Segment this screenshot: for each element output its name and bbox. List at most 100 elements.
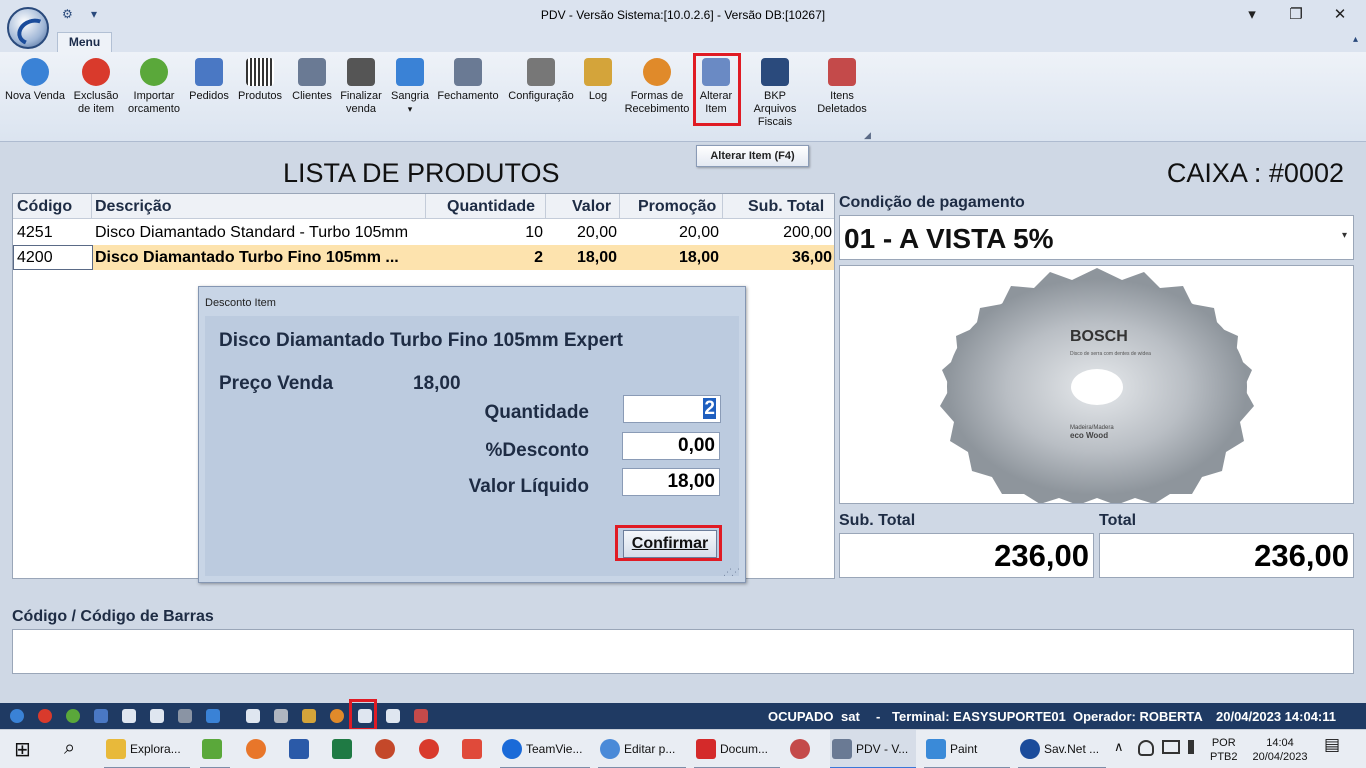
refresh-icon[interactable]	[66, 709, 80, 723]
desconto-field[interactable]: 0,00	[622, 432, 720, 460]
close-button[interactable]: ✕	[1325, 4, 1355, 26]
configuracao-button[interactable]: Configuração	[506, 56, 576, 103]
log-button[interactable]: Log	[582, 56, 614, 103]
cart-icon[interactable]	[178, 709, 192, 723]
taskbar-savnet[interactable]: Sav.Net ...	[1018, 730, 1106, 768]
taskbar-word[interactable]	[287, 730, 317, 768]
orders-grid-icon[interactable]	[94, 709, 108, 723]
condicao-pagamento-select[interactable]: 01 - A VISTA 5% ▾	[839, 215, 1354, 260]
tab-menu[interactable]: Menu	[57, 32, 112, 52]
taskbar-teamviewer[interactable]: TeamVie...	[500, 730, 590, 768]
condicao-pagamento-value: 01 - A VISTA 5%	[844, 223, 1054, 254]
coins-icon	[643, 58, 671, 86]
col-separator	[545, 194, 546, 219]
col-promocao[interactable]: Promoção	[638, 198, 716, 216]
taskbar-wps[interactable]: Docum...	[694, 730, 780, 768]
finalizar-venda-button[interactable]: Finalizar venda	[338, 56, 384, 116]
calculator-icon[interactable]	[246, 709, 260, 723]
deleted-items-icon[interactable]	[414, 709, 428, 723]
barcode-icon[interactable]	[122, 709, 136, 723]
taskbar-chrome[interactable]: Editar p...	[598, 730, 686, 768]
quantidade-value: 2	[703, 398, 716, 419]
network-icon[interactable]	[1162, 740, 1180, 754]
col-quantidade[interactable]: Quantidade	[447, 198, 535, 216]
coins-icon[interactable]	[330, 709, 344, 723]
id-card-icon[interactable]	[150, 709, 164, 723]
nova-venda-button[interactable]: Nova Venda	[4, 56, 66, 103]
plus-circle-icon[interactable]	[10, 709, 24, 723]
itens-deletados-button[interactable]: Itens Deletados	[814, 56, 870, 116]
taskbar-ccleaner[interactable]	[417, 730, 447, 768]
notification-icon[interactable]: ▤	[1324, 736, 1340, 753]
upload-icon[interactable]	[206, 709, 220, 723]
app-menu-orb[interactable]	[7, 7, 49, 49]
delete-circle-icon[interactable]	[38, 709, 52, 723]
maximize-button[interactable]: ❐	[1281, 4, 1311, 26]
col-valor[interactable]: Valor	[572, 198, 611, 216]
col-subtotal[interactable]: Sub. Total	[748, 198, 824, 216]
table-row-selected[interactable]: 4200 Disco Diamantado Turbo Fino 105mm .…	[13, 245, 834, 270]
tray-expand-icon[interactable]: ∧	[1114, 740, 1124, 754]
chevron-down-icon[interactable]: ▾	[1342, 230, 1347, 241]
quantidade-field[interactable]: 2	[623, 395, 721, 423]
taskbar-firefox[interactable]	[244, 730, 274, 768]
produtos-button[interactable]: Produtos	[236, 56, 284, 103]
cart-icon	[347, 58, 375, 86]
taskbar-anydesk[interactable]	[460, 730, 490, 768]
taskbar-label: Editar p...	[624, 742, 676, 756]
ribbon-collapse-icon[interactable]: ▴	[1353, 34, 1358, 45]
col-descricao[interactable]: Descrição	[95, 198, 172, 216]
taskbar-explorer[interactable]: Explora...	[104, 730, 190, 768]
windows-start-icon[interactable]: ⊞	[10, 730, 40, 768]
total-value: 236,00	[1099, 533, 1354, 578]
volume-icon[interactable]	[1188, 740, 1202, 754]
log-file-icon[interactable]	[302, 709, 316, 723]
col-separator	[619, 194, 620, 219]
barcode-icon	[246, 58, 274, 86]
valor-liquido-field[interactable]: 18,00	[622, 468, 720, 496]
bkp-arquivos-fiscais-button[interactable]: BKP Arquivos Fiscais	[742, 56, 808, 129]
statusbar-highlight	[349, 699, 377, 731]
cell-descricao: Disco Diamantado Turbo Fino 105mm ...	[95, 249, 399, 266]
taskbar-chart-app[interactable]	[200, 730, 230, 768]
desconto-label: %Desconto	[485, 440, 589, 461]
dialog-product-name: Disco Diamantado Turbo Fino 105mm Expert	[219, 330, 624, 351]
terminal-text: Terminal: EASYSUPORTE01	[892, 709, 1066, 724]
formas-recebimento-button[interactable]: Formas de Recebimento	[624, 56, 690, 116]
taskbar-excel[interactable]	[330, 730, 360, 768]
exclusao-item-button[interactable]: Exclusão de item	[70, 56, 122, 116]
anydesk-icon	[462, 739, 482, 759]
fechamento-button[interactable]: Fechamento	[436, 56, 500, 103]
search-icon[interactable]: ⌕	[58, 730, 88, 768]
pedidos-button[interactable]: Pedidos	[188, 56, 230, 103]
chart-app-icon	[202, 739, 222, 759]
alterar-item-highlight	[693, 53, 741, 126]
clock[interactable]: 14:04 20/04/2023	[1246, 736, 1314, 764]
security-icon[interactable]	[1138, 740, 1154, 756]
excel-icon	[332, 739, 352, 759]
taskbar-powerpoint[interactable]	[373, 730, 403, 768]
clientes-button[interactable]: Clientes	[290, 56, 334, 103]
taskbar-pdv[interactable]: PDV - V...	[830, 730, 916, 768]
tools-icon[interactable]	[274, 709, 288, 723]
floppy-icon[interactable]	[386, 709, 400, 723]
ribbon-group-launcher-icon[interactable]: ◢	[864, 130, 871, 141]
screen-recorder-icon	[790, 739, 810, 759]
taskbar-screen-recorder[interactable]	[788, 730, 818, 768]
language-indicator[interactable]: POR PTB2	[1210, 736, 1238, 764]
sangria-button[interactable]: Sangria ▾	[389, 56, 431, 116]
blade-subtitle: Disco de serra com dentes de widea	[1070, 351, 1151, 357]
table-row[interactable]: 4251 Disco Diamantado Standard - Turbo 1…	[13, 220, 834, 245]
taskbar-paint[interactable]: Paint	[924, 730, 1010, 768]
status-bar: OCUPADO sat - Terminal: EASYSUPORTE01 Op…	[0, 703, 1366, 729]
chrome-icon	[600, 739, 620, 759]
brand-logo: BOSCH	[1070, 328, 1128, 345]
barcode-input[interactable]	[12, 629, 1354, 674]
col-codigo[interactable]: Código	[17, 198, 72, 216]
tools-icon	[527, 58, 555, 86]
importar-orcamento-button[interactable]: Importar orcamento	[126, 56, 182, 116]
minimize-button[interactable]: ▾	[1237, 4, 1267, 26]
resize-grip-icon[interactable]: ⋰⋰	[723, 567, 740, 578]
cell-quantidade: 10	[525, 224, 543, 241]
page-title: LISTA DE PRODUTOS	[283, 158, 560, 188]
